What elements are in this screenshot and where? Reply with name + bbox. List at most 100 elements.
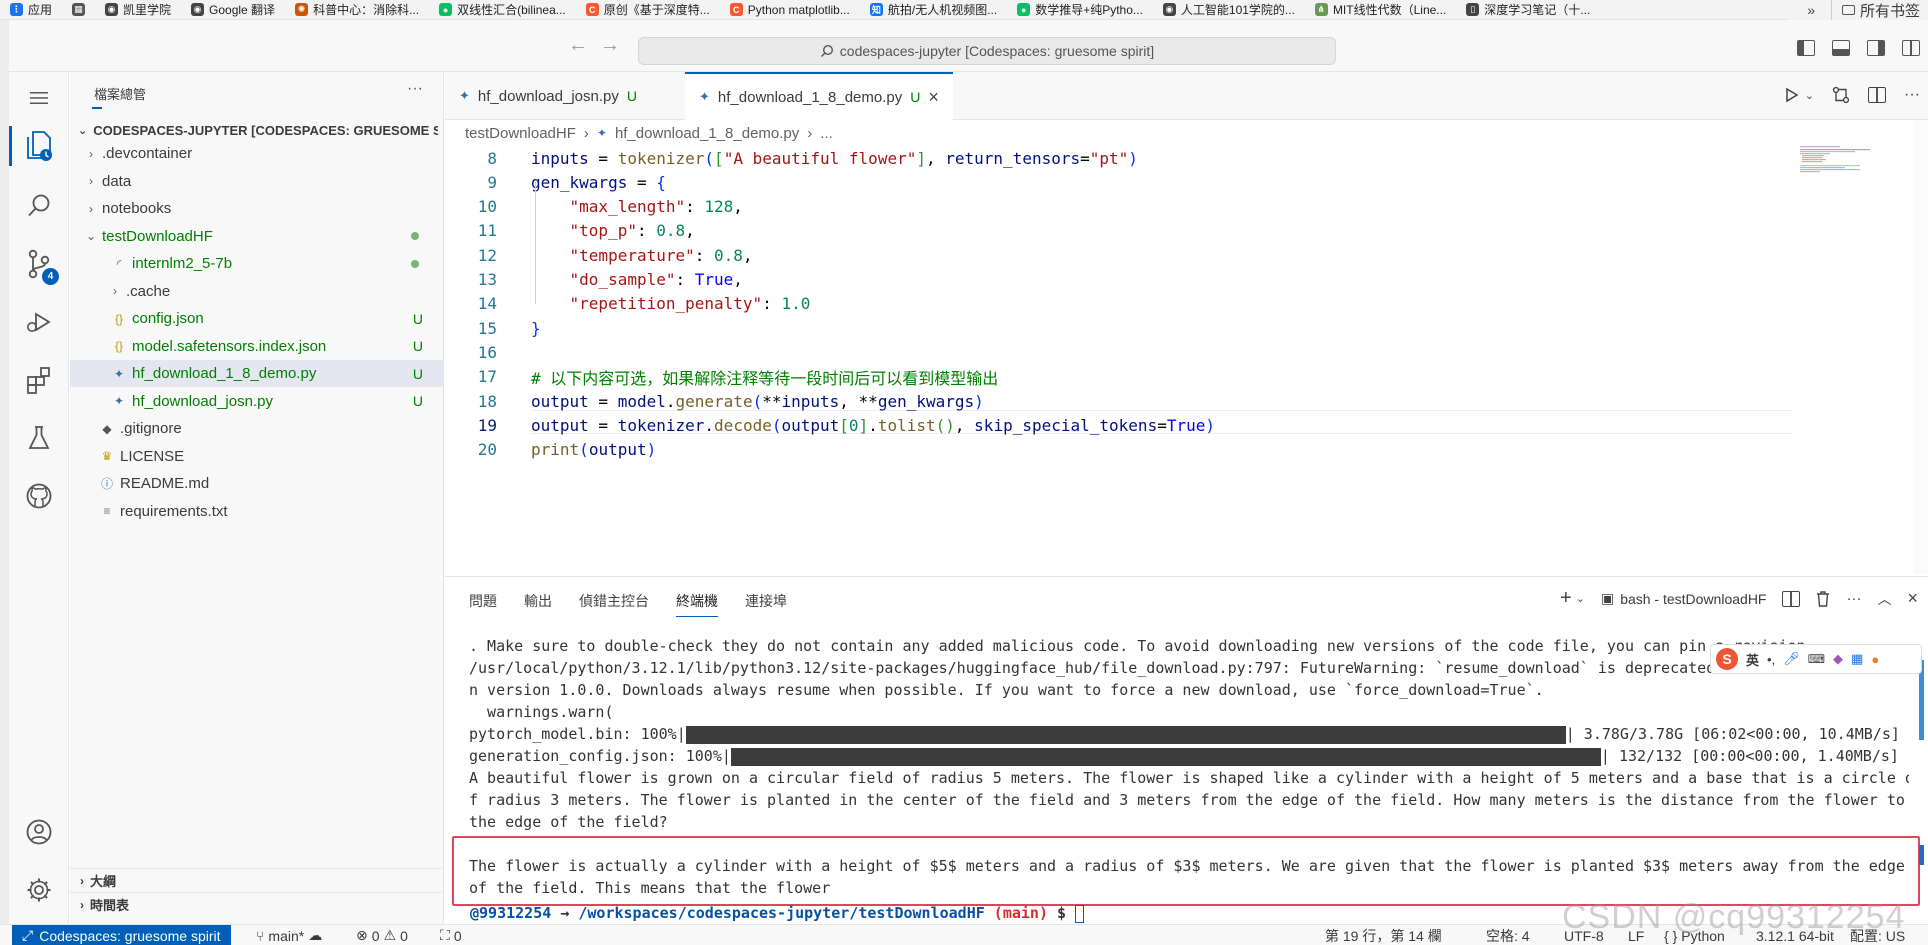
remote-indicator[interactable]: ⤢ Codespaces: gruesome spirit <box>12 925 231 945</box>
tree-item[interactable]: ◜ internlm2_5-7b <box>70 250 443 277</box>
microphone-icon[interactable]: 🎤︎ <box>1783 651 1800 667</box>
bookmark-item[interactable]: ● 数学推导+纯Pytho... <box>1007 1 1153 18</box>
ime-mode[interactable]: 英 <box>1746 650 1759 669</box>
ime-logo[interactable]: S <box>1716 648 1738 670</box>
bookmark-item[interactable]: ▦ <box>62 3 95 16</box>
trash-icon[interactable] <box>1816 590 1830 607</box>
command-center[interactable]: codespaces-jupyter [Codespaces: gruesome… <box>638 37 1336 65</box>
ports-count: 0 <box>453 927 462 944</box>
workspace-root[interactable]: ⌄ CODESPACES-JUPYTER [CODESPACES: GRUESO… <box>78 120 438 140</box>
download-progress: pytorch_model.bin: 100%| | 3.78G/3.78G [0… <box>469 723 1909 745</box>
bookmark-item[interactable]: ⋮ 应用 <box>0 1 62 18</box>
tree-item[interactable]: › notebooks <box>70 195 443 222</box>
tree-item[interactable]: ⌄ testDownloadHF <box>70 223 443 250</box>
all-bookmarks-button[interactable]: 所有书签 <box>1830 0 1928 21</box>
tree-item[interactable]: ♛ LICENSE <box>70 443 443 470</box>
bookmark-item[interactable]: 知航拍/无人机视频图... <box>860 1 1007 18</box>
bookmark-item[interactable]: C 原创《基于深度特... <box>576 1 720 18</box>
toggle-secondary-sidebar-icon[interactable] <box>1867 40 1885 56</box>
tree-item[interactable]: ≡ requirements.txt <box>70 498 443 525</box>
timeline-section[interactable]: › 時間表 <box>70 892 443 916</box>
toggle-panel-icon[interactable] <box>1832 40 1850 56</box>
more-actions-icon[interactable]: ··· <box>1846 590 1861 607</box>
toggle-sidebar-icon[interactable] <box>1797 40 1815 56</box>
tab-hf-download-1-8-demo[interactable]: ✦ hf_download_1_8_demo.py U × <box>685 72 953 120</box>
tab-problems[interactable]: 問題 <box>469 591 497 617</box>
menu-button[interactable] <box>9 74 69 122</box>
keyboard-icon[interactable]: ⌨ <box>1808 652 1825 666</box>
chevron-down-icon[interactable]: ⌄ <box>1805 89 1814 102</box>
tree-item[interactable]: ✦ hf_download_josn.py U <box>70 388 443 415</box>
run-debug-button[interactable] <box>9 298 69 346</box>
bookmark-item[interactable]: ● 双线性汇合(bilinea... <box>429 1 576 18</box>
extensions-button[interactable] <box>9 356 69 404</box>
tree-item[interactable]: ◆ .gitignore <box>70 415 443 442</box>
avatar[interactable]: ● <box>1871 652 1879 667</box>
breadcrumb-file[interactable]: hf_download_1_8_demo.py <box>615 125 799 142</box>
editor-scrollbar[interactable] <box>1914 120 1928 574</box>
compare-changes-icon[interactable] <box>1832 86 1850 104</box>
text-file-icon: ≡ <box>103 504 111 518</box>
tab-terminal[interactable]: 終端機 <box>676 591 718 617</box>
maximize-panel-icon[interactable]: ︿ <box>1877 589 1891 609</box>
run-icon[interactable] <box>1785 87 1799 103</box>
tree-item[interactable]: › data <box>70 168 443 195</box>
search-button[interactable] <box>9 182 69 230</box>
bookmark-item[interactable]: ▯ 深度学习笔记（十... <box>1456 1 1600 18</box>
testing-button[interactable] <box>9 414 69 462</box>
close-icon[interactable]: × <box>1907 588 1918 609</box>
bookmark-item[interactable]: ◉ 凯里学院 <box>95 1 181 18</box>
explorer-button[interactable] <box>9 122 69 170</box>
chevron-down-icon[interactable]: ⌄ <box>1576 592 1585 605</box>
tree-item[interactable]: ⓘ README.md <box>70 470 443 497</box>
split-terminal-icon[interactable] <box>1782 590 1801 607</box>
tree-item[interactable]: {} model.safetensors.index.json U <box>70 333 443 360</box>
license-icon: ♛ <box>101 449 113 463</box>
ports-indicator[interactable]: ⛶ 0 <box>440 925 462 945</box>
close-icon[interactable]: × <box>928 87 939 108</box>
tab-hf-download-josn[interactable]: ✦ hf_download_josn.py U <box>445 72 683 120</box>
branch-indicator[interactable]: ⑂ main* ☁ <box>256 925 322 945</box>
new-terminal-icon[interactable]: + <box>1560 587 1572 610</box>
problems-indicator[interactable]: ⊗ 0 ⚠ 0 <box>356 925 408 945</box>
tab-debug-console[interactable]: 偵錯主控台 <box>579 591 649 617</box>
bookmark-item[interactable]: ◉ Google 翻译 <box>181 1 285 18</box>
breadcrumb-symbol[interactable]: ... <box>820 125 833 142</box>
tab-ports[interactable]: 連接埠 <box>745 591 787 617</box>
github-button[interactable] <box>9 472 69 520</box>
tab-output[interactable]: 輸出 <box>524 591 552 617</box>
bookmarks-more-button[interactable]: » <box>1791 2 1831 18</box>
bookmark-item[interactable]: C Python matplotlib... <box>720 3 860 17</box>
bookmark-item[interactable]: ⋔ MIT线性代数（Line... <box>1305 1 1456 18</box>
customize-layout-icon[interactable] <box>1902 40 1920 56</box>
toolbox-icon[interactable]: ▦ <box>1851 651 1863 667</box>
source-control-button[interactable]: 4 <box>9 240 69 288</box>
skin-icon[interactable]: ◆ <box>1833 651 1843 667</box>
back-arrow-icon[interactable]: ← <box>568 34 588 57</box>
tree-item[interactable]: ✦ hf_download_1_8_demo.py U <box>70 360 443 387</box>
tree-item[interactable]: {} config.json U <box>70 305 443 332</box>
split-editor-icon[interactable] <box>1868 87 1887 103</box>
forward-arrow-icon[interactable]: → <box>600 34 620 57</box>
indentation[interactable]: 空格: 4 <box>1486 925 1530 945</box>
tree-item[interactable]: › .cache <box>70 278 443 305</box>
manage-button[interactable] <box>9 866 69 914</box>
terminal-name[interactable]: bash - testDownloadHF <box>1620 591 1766 607</box>
cursor-position[interactable]: 第 19 行，第 14 欄 <box>1325 925 1442 945</box>
explorer-more-button[interactable]: ··· <box>407 80 423 98</box>
bookmark-item[interactable]: ◉ 人工智能101学院的... <box>1153 1 1305 18</box>
tree-item-label: data <box>102 172 132 190</box>
breadcrumb-folder[interactable]: testDownloadHF <box>465 125 576 142</box>
code-line: 9 gen_kwargs = { <box>445 170 1745 194</box>
terminal-prompt[interactable]: @99312254 → /workspaces/codespaces-jupyt… <box>470 904 1085 923</box>
json-file-icon: {} <box>114 311 123 326</box>
bookmark-item[interactable]: ✺ 科普中心：消除科... <box>285 1 429 18</box>
code-editor[interactable]: 8 inputs = tokenizer(["A beautiful flower… <box>445 146 1745 574</box>
tree-item[interactable]: › .devcontainer <box>70 140 443 167</box>
minimap[interactable] <box>1800 146 1900 186</box>
accounts-button[interactable] <box>9 808 69 856</box>
more-actions-icon[interactable]: ··· <box>1904 86 1920 104</box>
ime-punct[interactable]: •, <box>1767 652 1775 667</box>
outline-section[interactable]: › 大綱 <box>70 868 443 892</box>
